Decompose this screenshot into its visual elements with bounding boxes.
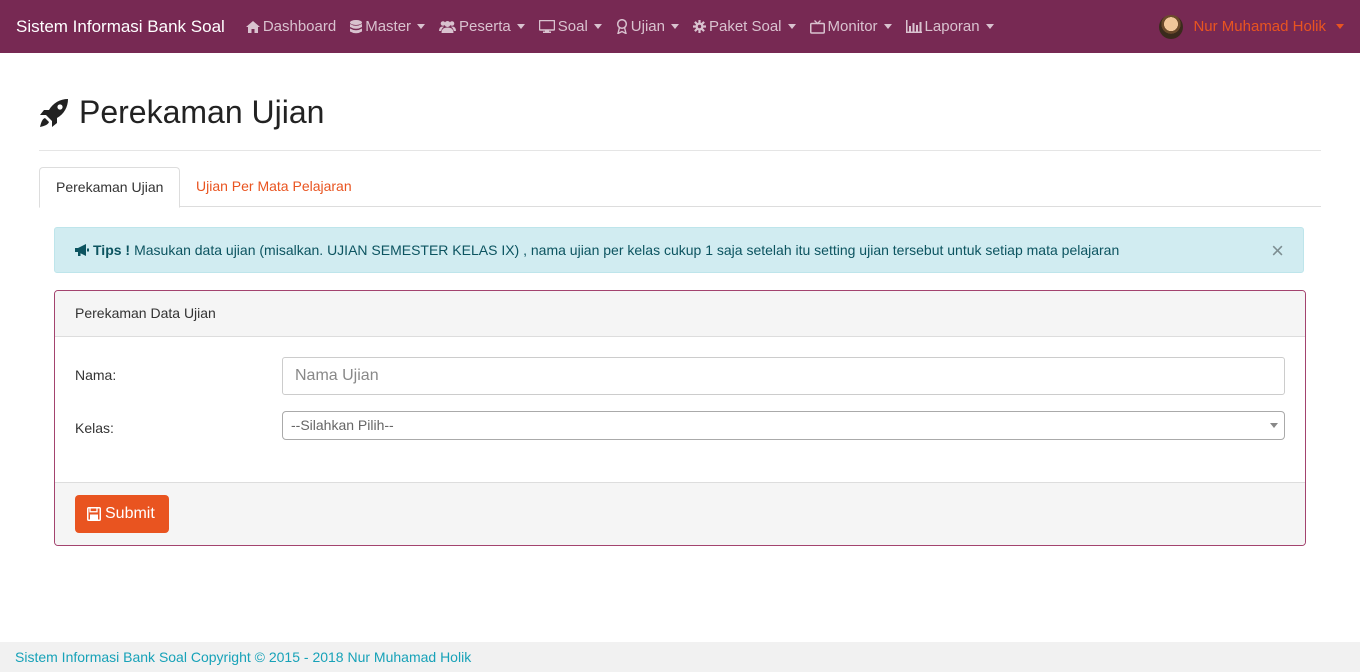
page-title: Perekaman Ujian (39, 94, 324, 131)
alert-label: Tips ! (93, 242, 131, 258)
nav-peserta-label: Peserta (459, 18, 511, 35)
nama-ujian-input[interactable] (282, 357, 1285, 395)
kelas-select[interactable]: --Silahkan Pilih-- (282, 411, 1285, 440)
users-icon (439, 21, 457, 33)
save-icon (87, 507, 101, 521)
nav-dashboard[interactable]: Dashboard (239, 0, 343, 53)
nama-label: Nama: (75, 367, 117, 383)
desktop-icon (538, 20, 555, 33)
user-menu[interactable]: Nur Muhamad Holik (1159, 0, 1344, 53)
database-icon (350, 19, 363, 33)
tab-perekaman-ujian[interactable]: Perekaman Ujian (39, 167, 181, 208)
gear-icon (692, 20, 706, 33)
nav-monitor[interactable]: Monitor (803, 0, 899, 53)
tab-bar: Perekaman Ujian Ujian Per Mata Pelajaran (39, 167, 1321, 208)
divider (39, 150, 1321, 151)
rocket-icon (40, 98, 68, 127)
panel-footer: Submit (55, 482, 1305, 545)
nav-paket-soal[interactable]: Paket Soal (686, 0, 803, 53)
chevron-down-icon (1336, 24, 1344, 29)
nav-soal-label: Soal (557, 18, 588, 35)
nav-monitor-label: Monitor (827, 18, 878, 35)
nav-soal[interactable]: Soal (532, 0, 609, 53)
tab-ujian-per-mata-pelajaran[interactable]: Ujian Per Mata Pelajaran (180, 167, 368, 205)
home-icon (245, 20, 260, 33)
alert-text: Masukan data ujian (misalkan. UJIAN SEME… (134, 242, 1120, 258)
bullhorn-icon (75, 244, 89, 256)
chevron-down-icon (787, 24, 796, 29)
kelas-label: Kelas: (75, 420, 114, 436)
top-navbar: Sistem Informasi Bank Soal Dashboard Mas… (0, 0, 1360, 53)
chevron-down-icon (593, 24, 602, 29)
nav-paket-soal-label: Paket Soal (708, 18, 782, 35)
chevron-down-icon (1270, 423, 1278, 428)
nav-ujian[interactable]: Ujian (609, 0, 686, 53)
chevron-down-icon (985, 24, 994, 29)
award-icon (616, 19, 627, 34)
kelas-select-value: --Silahkan Pilih-- (291, 417, 394, 433)
tips-alert: Tips ! Masukan data ujian (misalkan. UJI… (54, 227, 1304, 273)
chevron-down-icon (516, 24, 525, 29)
bar-chart-icon (905, 20, 922, 33)
nav-peserta[interactable]: Peserta (432, 0, 532, 53)
submit-button[interactable]: Submit (75, 495, 169, 533)
submit-label: Submit (105, 505, 155, 522)
avatar (1159, 14, 1184, 39)
nav-dashboard-label: Dashboard (262, 18, 337, 35)
user-name: Nur Muhamad Holik (1193, 18, 1326, 35)
panel-heading: Perekaman Data Ujian (55, 291, 1305, 337)
nav-ujian-label: Ujian (630, 18, 665, 35)
nav-laporan-label: Laporan (924, 18, 980, 35)
close-icon[interactable]: × (1271, 240, 1284, 262)
form-panel: Perekaman Data Ujian Nama: Kelas: --Sila… (54, 290, 1306, 546)
chevron-down-icon (417, 24, 426, 29)
footer-text: Sistem Informasi Bank Soal Copyright © 2… (15, 649, 472, 665)
nav-master[interactable]: Master (343, 0, 432, 53)
brand-title[interactable]: Sistem Informasi Bank Soal (16, 17, 225, 37)
page-title-text: Perekaman Ujian (79, 94, 325, 130)
nav-laporan[interactable]: Laporan (899, 0, 1001, 53)
alert-content: Tips ! Masukan data ujian (misalkan. UJI… (75, 242, 1119, 258)
chevron-down-icon (670, 24, 679, 29)
tv-icon (809, 19, 825, 34)
chevron-down-icon (883, 24, 892, 29)
nav-master-label: Master (365, 18, 412, 35)
page-footer: Sistem Informasi Bank Soal Copyright © 2… (0, 642, 1360, 672)
